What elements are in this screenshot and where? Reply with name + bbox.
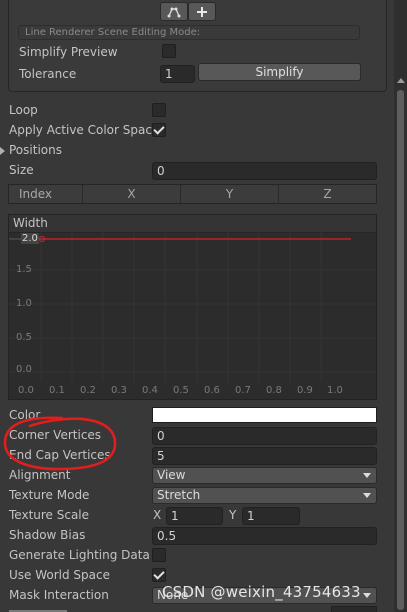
column-header-index[interactable]: Index [9,185,82,203]
x-tick: 0.7 [235,385,251,396]
y-tick: 0.0 [16,364,32,375]
create-points-button[interactable] [188,2,216,21]
column-header-x[interactable]: X [82,185,180,203]
width-curve-header [9,215,376,233]
x-tick: 0.1 [49,385,65,396]
generate-lighting-data-checkbox[interactable] [152,548,166,562]
x-tick: 0.0 [18,385,34,396]
texture-scale-x-input[interactable]: 1 [166,507,223,525]
tolerance-label: Tolerance [19,67,77,81]
apply-active-color-space-checkbox[interactable] [152,123,166,137]
alignment-dropdown[interactable]: View [152,467,377,484]
x-tick: 0.2 [80,385,96,396]
shadow-bias-label: Shadow Bias [9,528,86,542]
edit-points-icon [167,7,181,18]
use-world-space-label: Use World Space [9,568,111,582]
texture-mode-dropdown[interactable]: Stretch [152,487,377,504]
next-row-stub [9,606,69,612]
size-label: Size [9,163,34,177]
simplify-preview-checkbox[interactable] [162,44,176,58]
apply-active-color-space-label: Apply Active Color Space [9,123,160,137]
curve-grid [9,232,376,382]
column-header-z[interactable]: Z [278,185,376,203]
curve-value-label: 2.0 [21,233,39,244]
simplify-button[interactable]: Simplify [198,63,361,81]
tolerance-input[interactable]: 1 [160,65,195,83]
texture-scale-y-input[interactable]: 1 [242,507,300,525]
y-tick: 1.0 [16,298,32,309]
x-tick: 0.4 [142,385,158,396]
end-cap-vertices-input[interactable]: 5 [152,447,377,465]
x-tick: 0.9 [297,385,313,396]
foldout-arrow-icon [0,147,5,155]
scroll-up-arrow-icon[interactable] [397,78,405,83]
texture-mode-label: Texture Mode [9,488,90,502]
x-tick: 0.8 [266,385,282,396]
mask-interaction-label: Mask Interaction [9,588,109,602]
edit-points-button[interactable] [160,2,188,21]
positions-table-header: Index X Y Z [8,184,377,204]
x-tick: 0.6 [204,385,220,396]
simplify-preview-label: Simplify Preview [19,45,118,59]
chevron-down-icon [363,493,371,498]
x-tick: 1.0 [327,385,343,396]
generate-lighting-data-label: Generate Lighting Data [9,548,150,562]
y-tick: 0.5 [16,332,32,343]
alignment-label: Alignment [9,468,71,482]
color-swatch[interactable] [152,407,377,423]
use-world-space-checkbox[interactable] [152,568,166,582]
texture-scale-label: Texture Scale [9,508,90,522]
loop-label: Loop [9,103,38,117]
alignment-value: View [157,468,186,482]
shadow-bias-input[interactable]: 0.5 [152,527,377,545]
x-tick: 0.5 [173,385,189,396]
plus-icon [197,7,207,17]
scrollbar-thumb[interactable] [397,90,404,610]
chevron-down-icon [363,473,371,478]
size-input[interactable]: 0 [152,162,377,180]
scene-mode-label: Line Renderer Scene Editing Mode: [18,25,360,40]
corner-vertices-input[interactable]: 0 [152,427,377,445]
y-tick: 1.5 [16,264,32,275]
positions-label: Positions [9,143,62,157]
chevron-down-icon [363,593,371,598]
texture-mode-value: Stretch [157,488,201,502]
texture-scale-y-label: Y [229,508,237,522]
watermark-text: CSDN @weixin_43754633 [162,583,361,601]
width-curve-plot[interactable] [9,232,376,400]
width-label: Width [13,216,48,230]
column-header-y[interactable]: Y [180,185,278,203]
vertical-scrollbar[interactable] [394,0,407,612]
loop-checkbox[interactable] [152,103,166,117]
next-field-stub [331,606,377,612]
annotation-circle [3,416,117,471]
x-tick: 0.3 [111,385,127,396]
texture-scale-x-label: X [153,508,162,522]
